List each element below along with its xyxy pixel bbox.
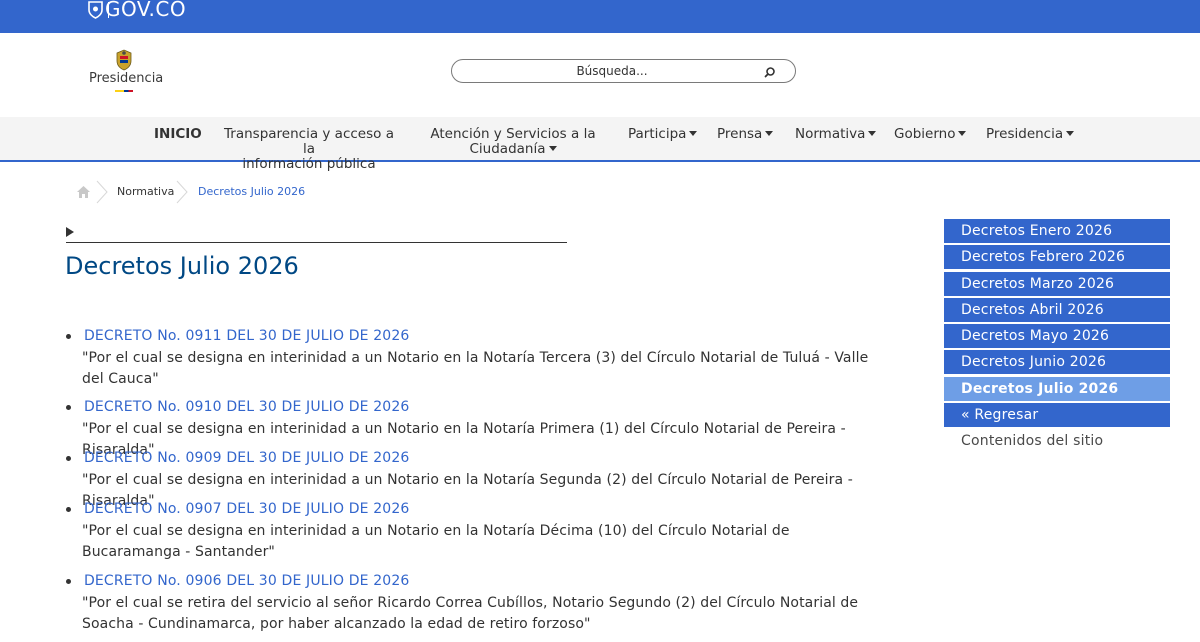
- bullet: [66, 579, 71, 584]
- nav-item-label: Prensa: [717, 126, 763, 142]
- sidebar-item-junio[interactable]: Decretos Junio 2026: [944, 350, 1170, 374]
- crest-icon[interactable]: [113, 49, 135, 71]
- nav-item-label-line2: Ciudadanía: [469, 141, 546, 157]
- sidebar-item-febrero[interactable]: Decretos Febrero 2026: [944, 245, 1170, 269]
- breadcrumb-item-current: Decretos Julio 2026: [198, 185, 306, 198]
- nav-item-atencion[interactable]: Atención y Servicios a la Ciudadanía: [428, 127, 598, 157]
- divider: [66, 242, 567, 243]
- nav-item-label: Atención y Servicios a la: [430, 126, 596, 142]
- decree-link[interactable]: DECRETO No. 0906 DEL 30 DE JULIO DE 2026: [84, 573, 409, 589]
- search-input[interactable]: [462, 62, 762, 80]
- decree-link[interactable]: DECRETO No. 0911 DEL 30 DE JULIO DE 2026: [84, 328, 409, 344]
- home-icon[interactable]: [76, 185, 91, 199]
- sidebar-item-mayo[interactable]: Decretos Mayo 2026: [944, 324, 1170, 348]
- caret-down-icon: [868, 130, 877, 136]
- sidebar-item-enero[interactable]: Decretos Enero 2026: [944, 219, 1170, 243]
- nav-item-transparencia[interactable]: Transparencia y acceso a la información …: [219, 127, 399, 172]
- bullet: [66, 405, 71, 410]
- govco-logo-link[interactable]: GOV.CO: [105, 0, 186, 21]
- nav-item-presidencia[interactable]: Presidencia: [986, 126, 1075, 142]
- play-triangle-icon[interactable]: [66, 227, 74, 237]
- search-box: [451, 59, 796, 83]
- nav-item-gobierno[interactable]: Gobierno: [894, 126, 967, 142]
- caret-down-icon: [689, 130, 698, 136]
- search-icon[interactable]: [764, 66, 777, 79]
- nav-item-label: INICIO: [154, 126, 202, 142]
- bullet: [66, 507, 71, 512]
- sidebar-item-julio[interactable]: Decretos Julio 2026: [944, 377, 1170, 401]
- decree-description: "Por el cual se designa en interinidad a…: [82, 523, 790, 560]
- shield-icon: [88, 1, 103, 19]
- presidencia-logo-text[interactable]: Presidencia: [89, 71, 163, 86]
- main-navigation: INICIO Transparencia y acceso a la infor…: [0, 117, 1200, 172]
- caret-down-icon: [765, 130, 774, 136]
- colombia-flag-stripe: [115, 90, 133, 92]
- decree-description: "Por el cual se designa en interinidad a…: [82, 350, 869, 387]
- sidebar-item-marzo[interactable]: Decretos Marzo 2026: [944, 272, 1170, 296]
- bullet: [66, 334, 71, 339]
- nav-item-label: Presidencia: [986, 126, 1064, 142]
- nav-item-label: Participa: [628, 126, 687, 142]
- site-header: Presidencia: [0, 33, 1200, 117]
- decree-link[interactable]: DECRETO No. 0907 DEL 30 DE JULIO DE 2026: [84, 501, 409, 517]
- bullet: [66, 456, 71, 461]
- decree-link[interactable]: DECRETO No. 0909 DEL 30 DE JULIO DE 2026: [84, 450, 409, 466]
- chevron-right-icon: [176, 180, 188, 204]
- caret-down-icon: [958, 130, 967, 136]
- caret-down-icon: [1066, 130, 1075, 136]
- nav-item-label: Normativa: [795, 126, 866, 142]
- nav-item-label: Gobierno: [894, 126, 956, 142]
- caret-down-icon: [548, 145, 557, 151]
- nav-item-prensa[interactable]: Prensa: [717, 126, 774, 142]
- sidebar-item-contenidos[interactable]: Contenidos del sitio: [944, 429, 1170, 453]
- chevron-right-icon: [96, 180, 108, 204]
- page-title: Decretos Julio 2026: [65, 252, 299, 280]
- nav-item-label-line2: información pública: [242, 156, 376, 172]
- nav-item-participa[interactable]: Participa: [628, 126, 698, 142]
- nav-item-inicio[interactable]: INICIO: [154, 127, 202, 142]
- decree-link[interactable]: DECRETO No. 0910 DEL 30 DE JULIO DE 2026: [84, 399, 409, 415]
- sidebar-item-regresar[interactable]: « Regresar: [944, 403, 1170, 427]
- nav-item-normativa[interactable]: Normativa: [795, 126, 877, 142]
- decree-description: "Por el cual se retira del servicio al s…: [82, 595, 859, 632]
- govco-top-bar: GOV.CO: [0, 0, 1200, 33]
- nav-item-label: Transparencia y acceso a la: [224, 126, 394, 157]
- breadcrumb-item-normativa[interactable]: Normativa: [117, 185, 174, 198]
- sidebar-item-abril[interactable]: Decretos Abril 2026: [944, 298, 1170, 322]
